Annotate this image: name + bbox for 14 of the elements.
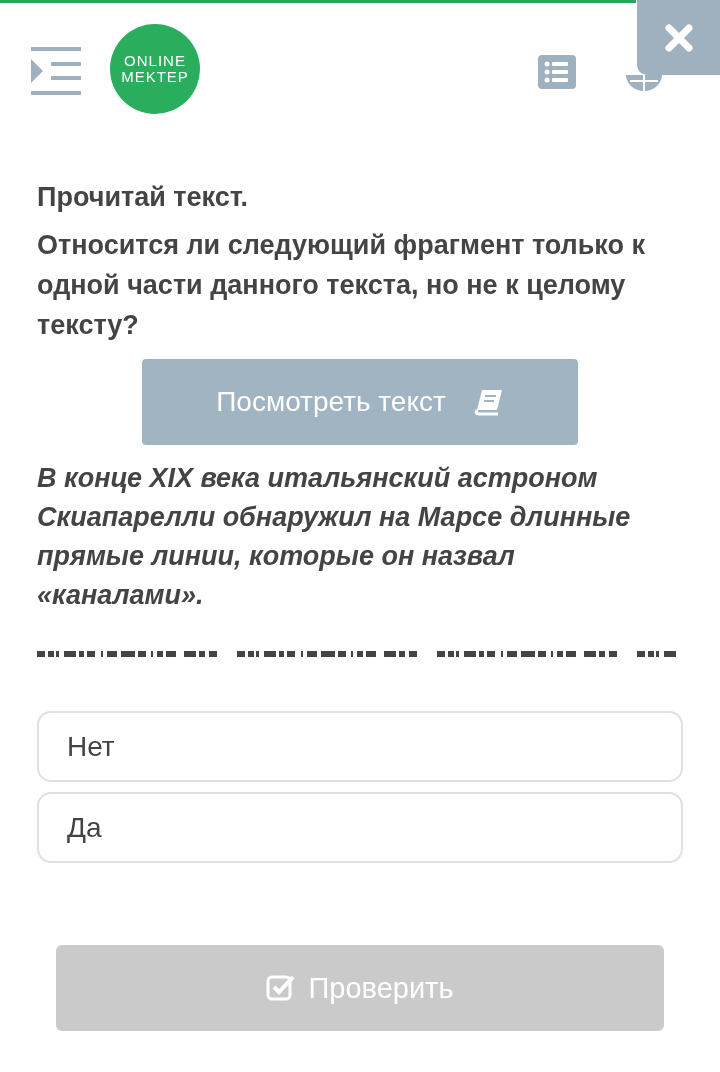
menu-icon[interactable] <box>31 46 81 95</box>
logo[interactable]: ONLINE MEKTEP <box>110 23 200 114</box>
question-text: Относится ли следующий фрагмент только к одной части данного текста, но не к целому тексту? <box>37 229 647 342</box>
fragment-text: В конце XIX века итальянский астроном Скиапарелли обнаружил на Марсе длинные прямые линии, которые он назвал «каналами». <box>37 462 632 612</box>
answer-option[interactable]: Нет <box>37 711 683 782</box>
instruction-text: Прочитай текст. <box>37 182 250 213</box>
view-text-button[interactable]: Посмотреть текст <box>142 359 578 445</box>
checkbox-icon <box>266 974 297 1002</box>
close-icon <box>663 22 694 53</box>
list-icon[interactable] <box>538 54 576 89</box>
close-button[interactable] <box>637 0 720 75</box>
book-icon <box>473 388 504 416</box>
answer-option[interactable]: Да <box>37 792 683 863</box>
globe-icon[interactable] <box>626 75 662 91</box>
